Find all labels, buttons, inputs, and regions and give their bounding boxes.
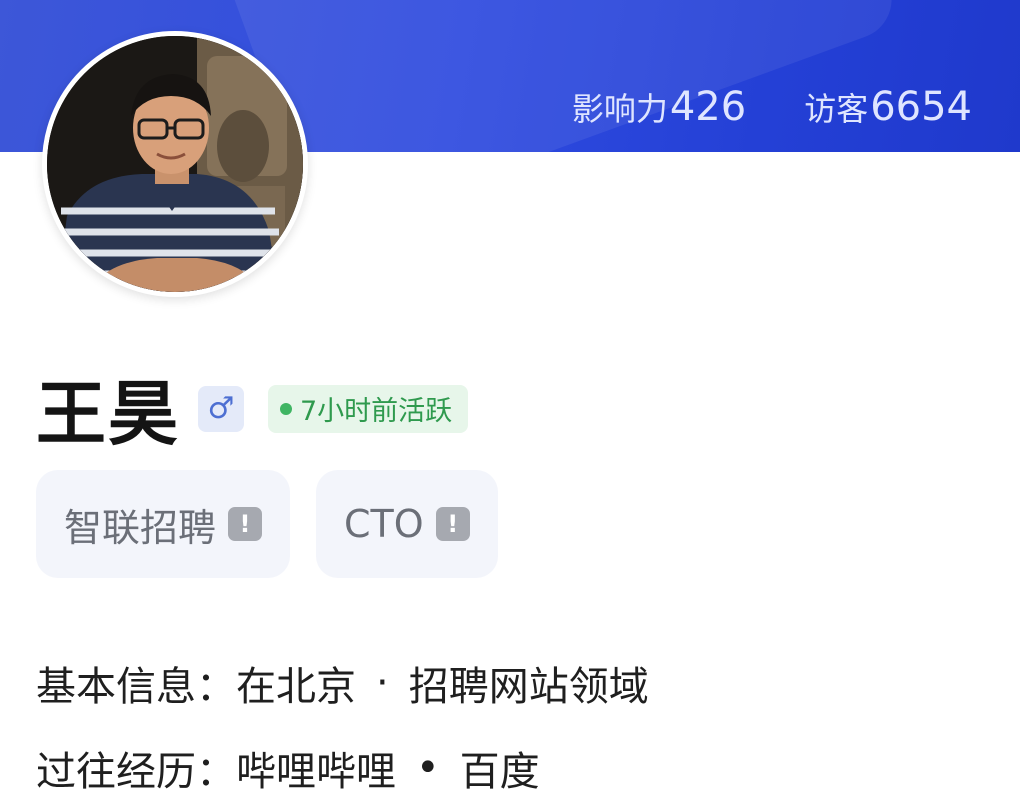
work-history-label: 过往经历： <box>36 749 236 795</box>
male-gender-icon: ♂ <box>198 385 244 432</box>
history-company-1: 哔哩哔哩 <box>236 749 396 795</box>
visitors-value: 6654 <box>870 84 972 130</box>
industry-value: 招聘网站领域 <box>408 664 649 710</box>
title-tag[interactable]: CTO ! <box>316 470 498 578</box>
work-history-separator: • <box>416 745 440 791</box>
name-row: 王昊 ♂ 7小时前活跃 <box>36 358 469 459</box>
location-value: 在北京 <box>236 664 356 710</box>
active-status-text: 7小时前活跃 <box>300 396 453 427</box>
work-history-row: 过往经历： 哔哩哔哩 • 百度 <box>36 739 540 797</box>
company-tag-label: 智联招聘 <box>64 505 217 550</box>
identity-tags: 智联招聘 ! CTO ! <box>36 470 498 578</box>
online-dot-icon <box>280 402 292 415</box>
basic-info-separator: · <box>376 660 389 706</box>
visitors-stat[interactable]: 访客 6654 <box>804 84 972 130</box>
influence-label: 影响力 <box>571 90 668 128</box>
visitors-label: 访客 <box>804 90 869 128</box>
basic-info-label: 基本信息： <box>36 664 236 710</box>
influence-stat[interactable]: 影响力 426 <box>572 84 746 130</box>
warning-icon[interactable]: ! <box>228 507 263 541</box>
profile-stats: 影响力 426 访客 6654 <box>572 84 972 130</box>
history-company-2: 百度 <box>459 749 540 795</box>
active-status-badge: 7小时前活跃 <box>268 384 469 433</box>
influence-value: 426 <box>669 84 747 130</box>
warning-icon[interactable]: ! <box>435 507 470 541</box>
avatar[interactable] <box>42 31 308 297</box>
user-name: 王昊 <box>36 373 180 455</box>
title-tag-label: CTO <box>344 502 424 546</box>
company-tag[interactable]: 智联招聘 ! <box>36 470 291 578</box>
basic-info-row: 基本信息： 在北京 · 招聘网站领域 <box>36 654 649 712</box>
